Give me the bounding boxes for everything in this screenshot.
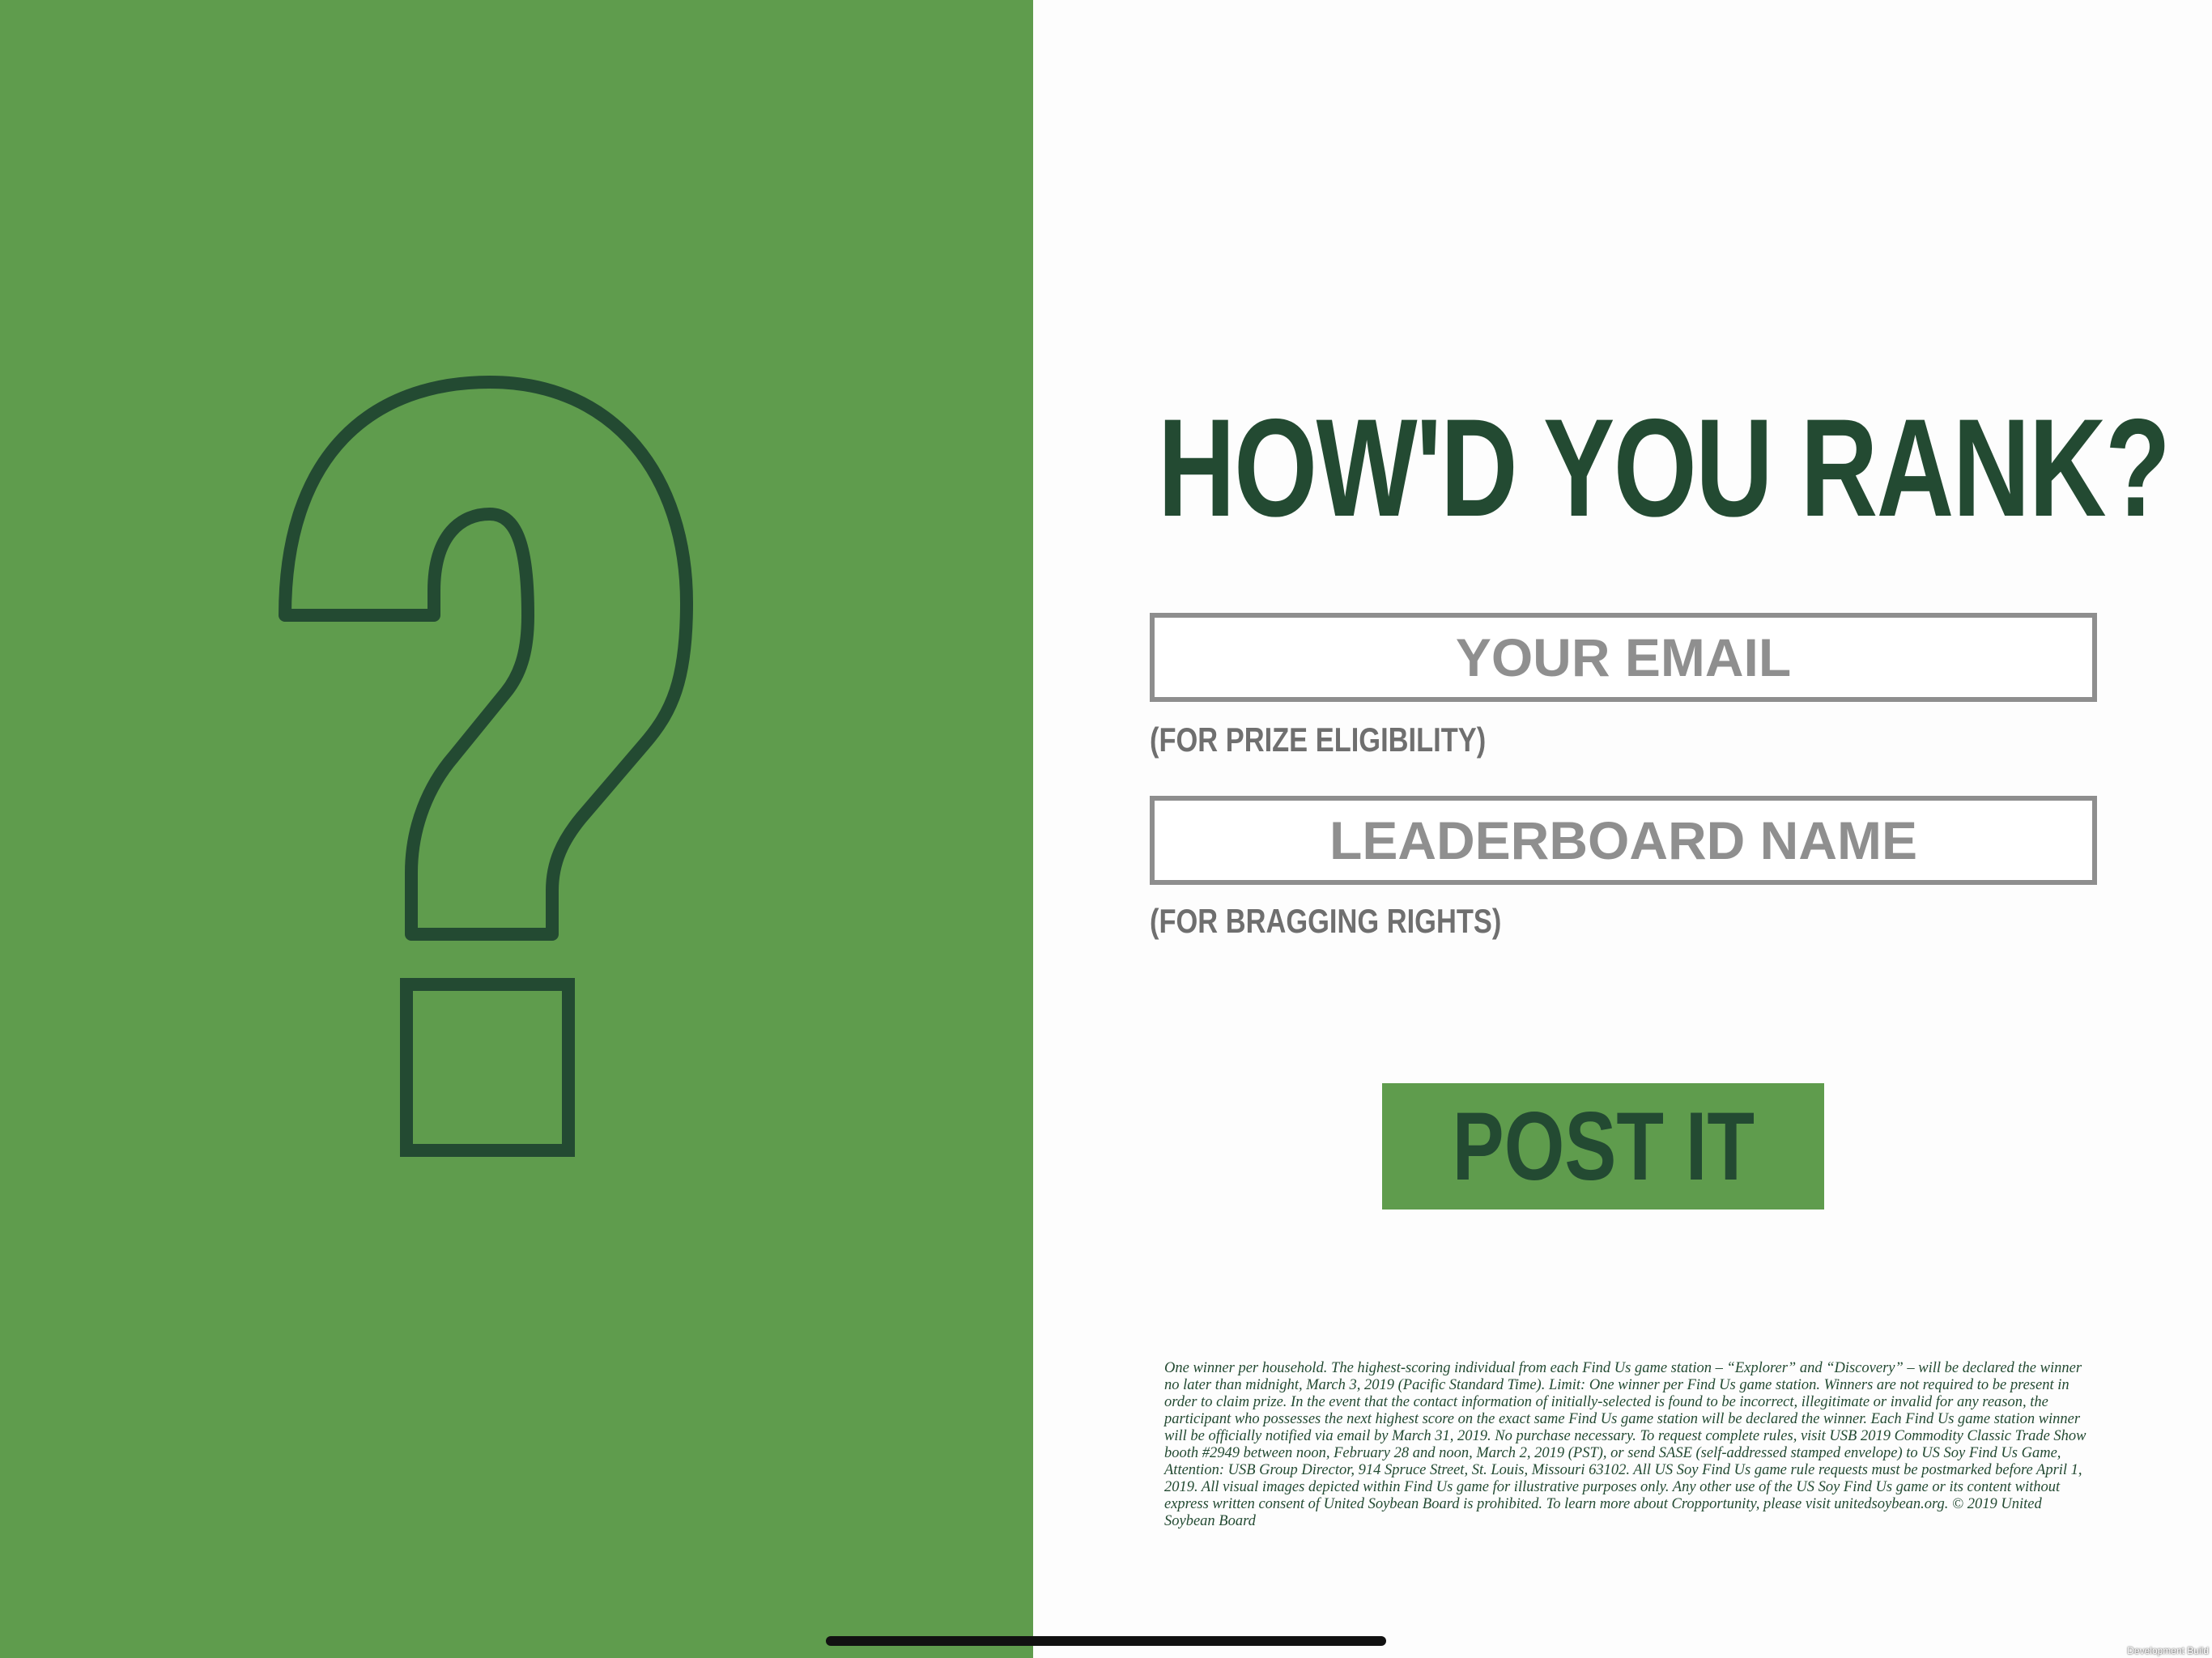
question-mark-outline-icon — [279, 376, 693, 1157]
email-hint: (FOR PRIZE ELIGIBILITY) — [1150, 721, 1487, 759]
leaderboard-name-input[interactable] — [1155, 801, 2092, 880]
left-panel — [0, 0, 1033, 1658]
leaderboard-name-field[interactable] — [1150, 796, 2097, 885]
page-title: HOW'D YOU RANK? — [1158, 390, 2171, 546]
home-indicator[interactable] — [826, 1636, 1386, 1646]
email-field[interactable] — [1150, 613, 2097, 702]
leaderboard-hint: (FOR BRAGGING RIGHTS) — [1150, 902, 1502, 940]
email-input[interactable] — [1155, 618, 2092, 697]
post-it-button[interactable]: POST IT — [1382, 1083, 1824, 1209]
post-it-label: POST IT — [1452, 1092, 1755, 1201]
legal-disclaimer: One winner per household. The highest-sc… — [1164, 1360, 2087, 1529]
build-label: Development Build — [2127, 1645, 2209, 1656]
